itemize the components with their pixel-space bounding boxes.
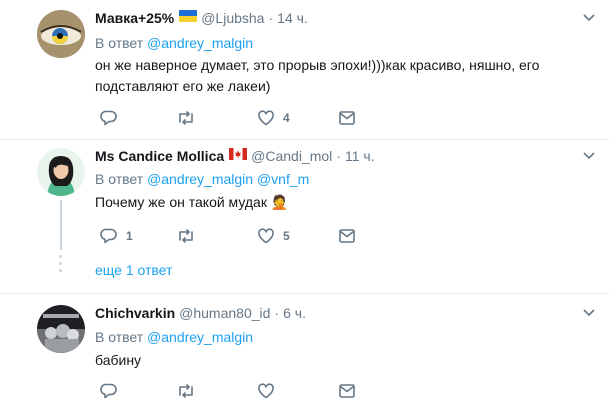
avatar[interactable] bbox=[37, 148, 85, 196]
chevron-down-icon[interactable] bbox=[583, 151, 595, 161]
reply-icon bbox=[100, 228, 117, 244]
show-more-replies-link[interactable]: еще 1 ответ bbox=[95, 262, 172, 278]
reply-context: В ответ @andrey_malgin bbox=[95, 329, 254, 345]
thread-line bbox=[60, 200, 62, 250]
thread-dots bbox=[59, 255, 63, 276]
divider bbox=[0, 293, 609, 294]
tweet-text: он же наверное думает, это прорыв эпохи!… bbox=[95, 57, 540, 94]
tweet-text: Почему же он такой мудак 🤦 bbox=[95, 194, 289, 210]
user-handle[interactable]: @Candi_mol bbox=[251, 148, 332, 164]
tweet-text: бабину bbox=[95, 352, 142, 368]
retweet-button[interactable] bbox=[176, 109, 196, 127]
envelope-icon bbox=[339, 229, 355, 243]
reply-button[interactable]: 1 bbox=[100, 227, 133, 245]
envelope-icon bbox=[339, 384, 355, 398]
envelope-icon bbox=[339, 111, 355, 125]
mention-link[interactable]: @andrey_malgin bbox=[147, 171, 253, 187]
tweet-actions: 1 5 bbox=[95, 227, 395, 247]
reply-icon bbox=[100, 383, 117, 399]
avatar[interactable] bbox=[37, 305, 85, 353]
tweet-actions bbox=[95, 382, 395, 402]
timestamp[interactable]: 11 ч. bbox=[345, 148, 375, 164]
user-name[interactable]: Мавка+25% bbox=[95, 10, 174, 26]
heart-icon bbox=[258, 383, 274, 399]
retweet-icon bbox=[179, 384, 193, 398]
mention-link[interactable]: @andrey_malgin bbox=[147, 329, 253, 345]
message-button[interactable] bbox=[338, 227, 356, 245]
heart-icon bbox=[258, 110, 274, 126]
retweet-icon bbox=[179, 229, 193, 243]
message-button[interactable] bbox=[338, 109, 356, 127]
reply-button[interactable] bbox=[100, 382, 126, 400]
like-button[interactable] bbox=[257, 382, 283, 400]
user-handle[interactable]: @human80_id bbox=[179, 305, 270, 321]
avatar[interactable] bbox=[37, 10, 85, 58]
user-name[interactable]: Ms Candice Mollica bbox=[95, 148, 224, 164]
reply-icon bbox=[100, 110, 117, 126]
mention-link[interactable]: @vnf_m bbox=[257, 171, 309, 187]
like-count: 5 bbox=[283, 229, 290, 243]
message-button[interactable] bbox=[338, 382, 356, 400]
like-count: 4 bbox=[283, 111, 290, 125]
mention-link[interactable]: @andrey_malgin bbox=[147, 35, 253, 51]
reply-context: В ответ @andrey_malgin bbox=[95, 35, 254, 51]
heart-icon bbox=[258, 228, 274, 244]
like-button[interactable]: 4 bbox=[257, 109, 290, 127]
ukraine-flag-icon bbox=[179, 9, 198, 25]
user-handle[interactable]: @Ljubsha bbox=[201, 10, 264, 26]
chevron-down-icon[interactable] bbox=[583, 308, 595, 318]
chevron-down-icon[interactable] bbox=[583, 13, 595, 23]
tweet-actions: 4 bbox=[95, 109, 395, 129]
reply-button[interactable] bbox=[100, 109, 126, 127]
canada-flag-icon bbox=[229, 147, 248, 163]
reply-context: В ответ @andrey_malgin @vnf_m bbox=[95, 171, 310, 187]
divider bbox=[0, 139, 609, 140]
retweet-button[interactable] bbox=[176, 227, 196, 245]
retweet-icon bbox=[179, 111, 193, 125]
timestamp[interactable]: 14 ч. bbox=[277, 10, 308, 26]
timestamp[interactable]: 6 ч. bbox=[283, 305, 306, 321]
reply-count: 1 bbox=[126, 229, 133, 243]
user-name[interactable]: Chichvarkin bbox=[95, 305, 175, 321]
retweet-button[interactable] bbox=[176, 382, 196, 400]
like-button[interactable]: 5 bbox=[257, 227, 290, 245]
